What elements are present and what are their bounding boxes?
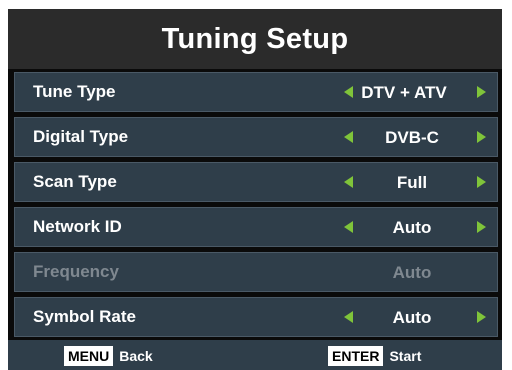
menu-key-icon: MENU bbox=[64, 346, 114, 366]
arrow-right-icon[interactable] bbox=[477, 131, 486, 143]
arrow-right-icon[interactable] bbox=[477, 176, 486, 188]
row-value: Auto bbox=[392, 308, 432, 327]
row-value: DVB-C bbox=[385, 128, 439, 147]
arrow-right-icon[interactable] bbox=[477, 86, 486, 98]
arrow-left-icon[interactable] bbox=[344, 131, 353, 143]
page-title: Tuning Setup bbox=[161, 22, 349, 55]
arrow-left-icon[interactable] bbox=[344, 221, 353, 233]
row-label: Frequency bbox=[33, 262, 119, 281]
row-frequency: Frequency Auto bbox=[14, 252, 498, 292]
enter-key-icon: ENTER bbox=[328, 346, 384, 366]
row-value: Auto bbox=[392, 218, 432, 237]
row-value: Full bbox=[396, 173, 428, 192]
row-digital-type[interactable]: Digital Type DVB-C bbox=[14, 117, 498, 157]
arrow-left-icon[interactable] bbox=[344, 176, 353, 188]
menu-back-hint[interactable]: MENU Back bbox=[64, 346, 153, 366]
enter-start-hint[interactable]: ENTER Start bbox=[328, 346, 421, 366]
row-symbol-rate[interactable]: Symbol Rate Auto bbox=[14, 297, 498, 337]
footer-bar: MENU Back ENTER Start bbox=[8, 340, 502, 370]
row-label: Network ID bbox=[33, 217, 122, 236]
row-tune-type[interactable]: Tune Type DTV + ATV bbox=[14, 72, 498, 112]
row-value: DTV + ATV bbox=[361, 83, 447, 102]
row-value: Auto bbox=[392, 263, 432, 282]
arrow-right-icon[interactable] bbox=[477, 221, 486, 233]
row-label: Symbol Rate bbox=[33, 307, 136, 326]
back-label: Back bbox=[119, 348, 153, 364]
arrow-right-icon[interactable] bbox=[477, 311, 486, 323]
row-label: Digital Type bbox=[33, 127, 129, 146]
title-bar: Tuning Setup bbox=[8, 9, 502, 69]
row-scan-type[interactable]: Scan Type Full bbox=[14, 162, 498, 202]
settings-list: Tune Type DTV + ATV Digital Type DVB-C S… bbox=[14, 72, 498, 342]
start-label: Start bbox=[389, 348, 422, 364]
row-network-id[interactable]: Network ID Auto bbox=[14, 207, 498, 247]
arrow-left-icon[interactable] bbox=[344, 311, 353, 323]
row-label: Tune Type bbox=[33, 82, 116, 101]
row-label: Scan Type bbox=[33, 172, 117, 191]
